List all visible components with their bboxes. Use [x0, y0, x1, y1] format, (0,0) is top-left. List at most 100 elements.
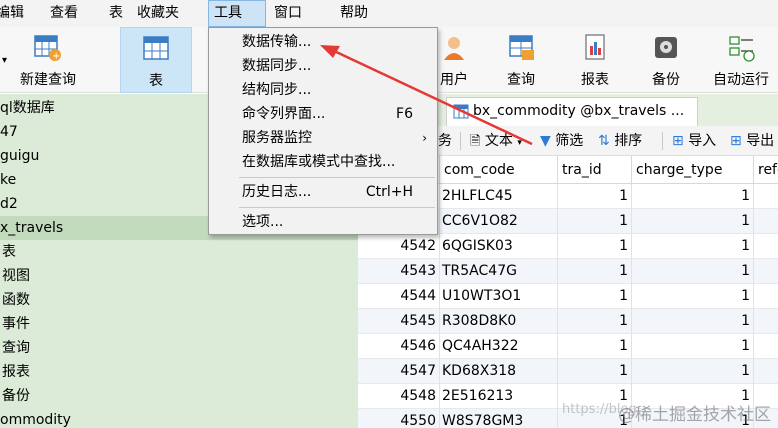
table-row[interactable]: 4543 TR5AC47G 1 1: [358, 259, 778, 284]
tra-id-cell[interactable]: 1: [558, 284, 632, 309]
column-header-com-code[interactable]: com_code: [440, 156, 558, 184]
menu-bar: 编辑 查看 表 收藏夹 工具 窗口 帮助: [0, 0, 778, 27]
menu-item-structure-sync[interactable]: 结构同步...: [209, 78, 437, 102]
column-header-tra-id[interactable]: tra_id: [558, 156, 632, 184]
menu-item-find-in-db[interactable]: 在数据库或模式中查找...: [209, 150, 437, 174]
sort-button[interactable]: ⇅ 排序: [598, 126, 642, 156]
menu-edit[interactable]: 编辑: [0, 0, 28, 27]
table-row[interactable]: 4544 U10WT3O1 1 1: [358, 284, 778, 309]
tra-id-cell[interactable]: 1: [558, 209, 632, 234]
table-button[interactable]: 表: [120, 27, 192, 93]
row-id-cell[interactable]: 4543: [358, 259, 440, 284]
row-id-cell[interactable]: 4548: [358, 384, 440, 409]
com-code-cell[interactable]: 6QGISK03: [440, 234, 558, 259]
menu-window[interactable]: 窗口: [270, 0, 306, 27]
charge-type-cell[interactable]: 1: [632, 234, 754, 259]
menu-view[interactable]: 查看: [46, 0, 82, 27]
import-button[interactable]: ⊞ 导入: [672, 126, 716, 156]
backup-button[interactable]: 备份: [637, 27, 695, 93]
export-button[interactable]: ⊞ 导出: [730, 126, 774, 156]
tree-item-events[interactable]: 事件: [0, 312, 358, 336]
table-row[interactable]: 4542 6QGISK03 1 1: [358, 234, 778, 259]
refe-cell[interactable]: [754, 334, 778, 359]
menu-item-options[interactable]: 选项...: [209, 210, 437, 234]
menu-item-server-monitor[interactable]: 服务器监控 ›: [209, 126, 437, 150]
backup-icon: [655, 37, 677, 58]
export-icon: ⊞: [730, 133, 742, 149]
com-code-cell[interactable]: KD68X318: [440, 359, 558, 384]
charge-type-cell[interactable]: 1: [632, 359, 754, 384]
new-query-icon: +: [34, 35, 61, 62]
com-code-cell[interactable]: QC4AH322: [440, 334, 558, 359]
com-code-cell[interactable]: R308D8K0: [440, 309, 558, 334]
refe-cell[interactable]: [754, 359, 778, 384]
charge-type-cell[interactable]: 1: [632, 209, 754, 234]
automation-icon: [729, 36, 755, 62]
automation-button[interactable]: 自动运行: [704, 27, 778, 93]
tree-item-tables[interactable]: 表: [0, 240, 358, 264]
filter-button[interactable]: ▼ 筛选: [540, 126, 583, 156]
com-code-cell[interactable]: CC6V1O82: [440, 209, 558, 234]
menu-item-data-transfer[interactable]: 数据传输...: [209, 30, 437, 54]
transaction-button-partial[interactable]: 务: [438, 126, 452, 156]
tab-bx-commodity[interactable]: bx_commodity @bx_travels ...: [446, 97, 698, 126]
tree-item-backups[interactable]: 备份: [0, 384, 358, 408]
charge-type-cell[interactable]: 1: [632, 259, 754, 284]
refe-cell[interactable]: [754, 309, 778, 334]
menu-favorites[interactable]: 收藏夹: [133, 0, 183, 27]
menu-tools[interactable]: 工具: [208, 0, 266, 27]
menu-table[interactable]: 表: [105, 0, 127, 27]
row-id-cell[interactable]: 4547: [358, 359, 440, 384]
tra-id-cell[interactable]: 1: [558, 259, 632, 284]
chevron-down-icon: ▾: [517, 138, 522, 148]
tra-id-cell[interactable]: 1: [558, 359, 632, 384]
table-row[interactable]: 4547 KD68X318 1 1: [358, 359, 778, 384]
menu-item-data-sync[interactable]: 数据同步...: [209, 54, 437, 78]
row-id-cell[interactable]: 4542: [358, 234, 440, 259]
refe-cell[interactable]: [754, 234, 778, 259]
charge-type-cell[interactable]: 1: [632, 284, 754, 309]
text-view-button[interactable]: 🗎 文本 ▾: [470, 126, 522, 156]
com-code-cell[interactable]: 2E516213: [440, 384, 558, 409]
tra-id-cell[interactable]: 1: [558, 334, 632, 359]
new-query-button[interactable]: + 新建查询: [8, 27, 88, 93]
tra-id-cell[interactable]: 1: [558, 309, 632, 334]
charge-type-cell[interactable]: 1: [632, 334, 754, 359]
table-row[interactable]: 4546 QC4AH322 1 1: [358, 334, 778, 359]
row-id-cell[interactable]: 4545: [358, 309, 440, 334]
refe-cell[interactable]: [754, 184, 778, 209]
tree-item-reports[interactable]: 报表: [0, 360, 358, 384]
tree-item-views[interactable]: 视图: [0, 264, 358, 288]
column-header-charge-type[interactable]: charge_type: [632, 156, 754, 184]
menu-item-console[interactable]: 命令列界面... F6: [209, 102, 437, 126]
com-code-cell[interactable]: W8S78GM3: [440, 409, 558, 428]
refe-cell[interactable]: [754, 284, 778, 309]
row-id-cell[interactable]: 4544: [358, 284, 440, 309]
com-code-cell[interactable]: 2HLFLC45: [440, 184, 558, 209]
refe-cell[interactable]: [754, 209, 778, 234]
dropdown-arrow-icon[interactable]: ▾: [2, 55, 7, 66]
com-code-cell[interactable]: U10WT3O1: [440, 284, 558, 309]
filter-label: 筛选: [555, 133, 584, 149]
tra-id-cell[interactable]: 1: [558, 184, 632, 209]
charge-type-cell[interactable]: 1: [632, 309, 754, 334]
table-row[interactable]: 4545 R308D8K0 1 1: [358, 309, 778, 334]
tree-item-commodity[interactable]: ommodity: [0, 408, 358, 428]
app-window: 编辑 查看 表 收藏夹 工具 窗口 帮助 ▾ + 新建查询 表 用户 查询 报表…: [0, 0, 778, 428]
structure-sync-label: 结构同步...: [242, 82, 312, 98]
tra-id-cell[interactable]: 1: [558, 234, 632, 259]
com-code-cell[interactable]: TR5AC47G: [440, 259, 558, 284]
column-header-refe[interactable]: refe: [754, 156, 778, 184]
refe-cell[interactable]: [754, 259, 778, 284]
table-tab-icon: [453, 104, 469, 119]
report-icon: [585, 34, 605, 60]
tree-item-queries[interactable]: 查询: [0, 336, 358, 360]
row-id-cell[interactable]: 4546: [358, 334, 440, 359]
query-button[interactable]: 查询: [492, 27, 550, 93]
menu-help[interactable]: 帮助: [336, 0, 372, 27]
row-id-cell[interactable]: 4550: [358, 409, 440, 428]
menu-item-history-log[interactable]: 历史日志... Ctrl+H: [209, 180, 437, 204]
charge-type-cell[interactable]: 1: [632, 184, 754, 209]
tree-item-functions[interactable]: 函数: [0, 288, 358, 312]
report-button[interactable]: 报表: [566, 27, 624, 93]
